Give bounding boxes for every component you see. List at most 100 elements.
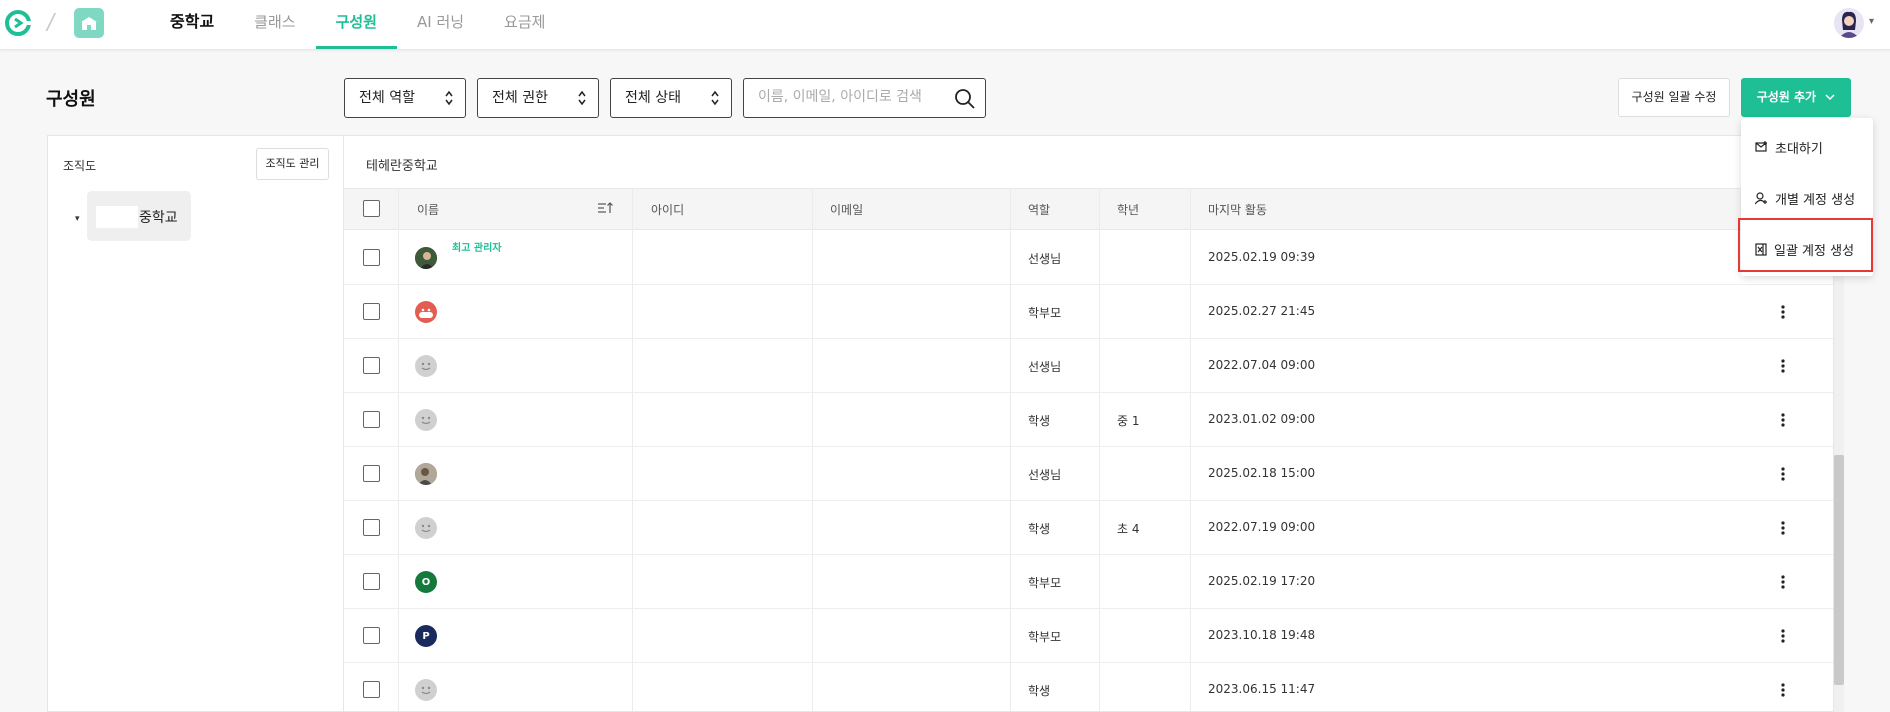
table-row[interactable]: O 학부모 2025.02.19 17:20 [344,555,1833,609]
row-checkbox[interactable] [363,519,380,536]
role-filter-value: 전체 역할 [359,90,415,106]
cell-last-activity: 2023.06.15 11:47 [1208,682,1316,696]
table-row[interactable]: 선생님 2025.02.18 15:00 [344,447,1833,501]
row-checkbox[interactable] [363,411,380,428]
org-chart-title: 조직도 [63,159,97,173]
org-chart-manage-button[interactable]: 조직도 관리 [256,148,329,180]
nav-school[interactable]: 중학교 [150,0,234,50]
top-bar: / 중학교 클래스 구성원 AI 러닝 요금제 ▾ [0,0,1890,50]
org-node-school[interactable]: 중학교 [87,191,191,241]
more-options-icon[interactable] [1781,520,1785,540]
school-icon[interactable] [74,8,104,38]
nav-pricing[interactable]: 요금제 [484,0,565,50]
row-checkbox[interactable] [363,357,380,374]
sort-arrows-icon [578,90,586,106]
column-header-last-activity[interactable]: 마지막 활동 [1208,201,1267,218]
role-filter[interactable]: 전체 역할 [344,78,466,118]
add-member-label: 구성원 추가 [1756,90,1817,104]
nav-ai-learning[interactable]: AI 러닝 [397,0,484,50]
permission-filter-value: 전체 권한 [492,90,548,106]
scrollbar-thumb[interactable] [1834,455,1844,685]
cell-last-activity: 2025.02.19 09:39 [1208,250,1316,264]
chevron-down-icon [1825,94,1835,101]
table-row[interactable]: 학생 초 4 2022.07.19 09:00 [344,501,1833,555]
menu-item-label: 개별 계정 생성 [1775,192,1856,208]
row-checkbox[interactable] [363,627,380,644]
nav-classes[interactable]: 클래스 [234,0,315,50]
column-header-name[interactable]: 이름 [417,201,439,218]
more-options-icon[interactable] [1781,682,1785,702]
cell-role: 선생님 [1028,252,1062,266]
cell-role: 학부모 [1028,306,1062,320]
avatar: O [415,571,437,593]
table-row[interactable]: P 학부모 2023.10.18 19:48 [344,609,1833,663]
row-checkbox[interactable] [363,249,380,266]
select-all-checkbox[interactable] [363,200,380,217]
add-member-button[interactable]: 구성원 추가 [1741,78,1851,117]
table-row[interactable]: 최고 관리자선생님 2025.02.19 09:39 [344,231,1833,285]
cell-last-activity: 2025.02.19 17:20 [1208,574,1316,588]
sort-arrows-icon [711,90,719,106]
row-checkbox[interactable] [363,465,380,482]
cell-role: 학부모 [1028,630,1062,644]
column-header-grade[interactable]: 학년 [1117,201,1139,218]
column-header-id[interactable]: 아이디 [651,201,684,218]
avatar [415,463,437,485]
menu-item-invite[interactable]: 초대하기 [1741,122,1873,172]
org-chart-panel: 조직도 조직도 관리 ▾ 중학교 [47,135,344,712]
row-checkbox[interactable] [363,303,380,320]
nav-members[interactable]: 구성원 [315,0,398,50]
bulk-edit-button[interactable]: 구성원 일괄 수정 [1618,78,1730,117]
cell-role: 학생 [1028,414,1051,428]
permission-filter[interactable]: 전체 권한 [477,78,599,118]
cell-role: 학생 [1028,684,1051,698]
admin-badge: 최고 관리자 [452,243,502,254]
menu-item-create-individual[interactable]: 개별 계정 생성 [1741,173,1873,223]
search-input[interactable] [758,89,948,105]
main-nav: 중학교 클래스 구성원 AI 러닝 요금제 [150,0,565,50]
members-table-panel: 테헤란중학교 이름 아이디 이메일 역할 학년 마지막 활동 최고 관리자 선생님… [344,135,1834,712]
avatar [415,301,437,323]
page-title: 구성원 [46,89,96,110]
more-options-icon[interactable] [1781,628,1785,648]
row-checkbox[interactable] [363,681,380,698]
menu-item-label: 초대하기 [1775,141,1823,157]
avatar [415,409,437,431]
avatar-letter: O [421,576,431,588]
user-avatar[interactable] [1834,8,1864,38]
avatar-letter: P [422,630,430,642]
cell-role: 선생님 [1028,360,1062,374]
table-row[interactable]: 선생님 2022.07.04 09:00 [344,339,1833,393]
user-plus-icon [1755,191,1767,204]
status-filter-value: 전체 상태 [625,90,681,106]
cell-role: 학부모 [1028,576,1062,590]
divider-slash: / [44,10,57,35]
org-node-label: 중학교 [139,210,178,226]
more-options-icon[interactable] [1781,466,1785,486]
cell-last-activity: 2025.02.18 15:00 [1208,466,1316,480]
more-options-icon[interactable] [1781,574,1785,594]
row-checkbox[interactable] [363,573,380,590]
cell-last-activity: 2022.07.19 09:00 [1208,520,1316,534]
mail-plus-icon [1755,141,1767,152]
chevron-down-icon[interactable]: ▾ [1869,16,1874,27]
table-row[interactable]: 학생 2023.06.15 11:47 [344,663,1833,711]
more-options-icon[interactable] [1781,304,1785,324]
avatar: P [415,625,437,647]
caret-down-icon[interactable]: ▾ [75,214,80,224]
cell-role: 선생님 [1028,468,1062,482]
cell-last-activity: 2022.07.04 09:00 [1208,358,1316,372]
status-filter[interactable]: 전체 상태 [610,78,732,118]
app-logo-icon[interactable] [4,8,32,38]
table-row[interactable]: 학부모 2025.02.27 21:45 [344,285,1833,339]
column-header-email[interactable]: 이메일 [830,201,863,218]
column-header-role[interactable]: 역할 [1028,201,1050,218]
more-options-icon[interactable] [1781,412,1785,432]
search-icon[interactable] [954,88,975,109]
more-options-icon[interactable] [1781,358,1785,378]
highlight-box [1738,218,1873,272]
table-row[interactable]: 학생 중 1 2023.01.02 09:00 [344,393,1833,447]
table-header: 이름 아이디 이메일 역할 학년 마지막 활동 [344,188,1833,230]
cell-grade: 중 1 [1117,414,1140,428]
sort-icon[interactable] [597,201,613,215]
